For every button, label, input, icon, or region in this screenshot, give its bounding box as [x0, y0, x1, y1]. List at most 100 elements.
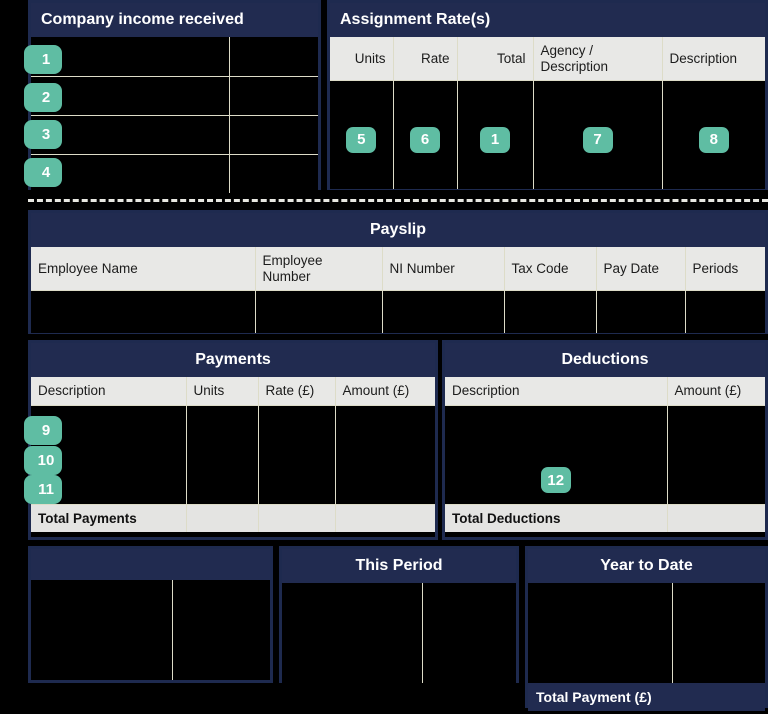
payments-cell-rate[interactable] [257, 404, 336, 505]
table-row[interactable] [31, 290, 765, 333]
deductions-cell-amount[interactable] [666, 404, 765, 505]
table-row[interactable] [31, 404, 435, 505]
payslip-value-tax-code[interactable] [503, 290, 597, 333]
company-income-cell-r1c2[interactable] [228, 37, 318, 77]
assignment-col-units: Units [330, 37, 394, 82]
assignment-cell-rate[interactable]: 6 [392, 80, 458, 189]
payslip-value-pay-date[interactable] [595, 290, 686, 333]
assignment-cell-total[interactable]: 1 [456, 80, 534, 189]
table-row[interactable] [282, 583, 516, 683]
assignment-rates-panel: Assignment Rate(s) Units Rate Total Agen… [327, 0, 768, 190]
company-income-table [31, 37, 318, 193]
table-header-row: Description Amount (£) [445, 377, 765, 406]
assignment-rates-body: Units Rate Total Agency / Description Des… [330, 37, 765, 189]
callout-badge-12: 12 [540, 467, 571, 494]
company-income-panel: Company income received 1 2 3 4 [24, 0, 321, 193]
callout-badge-7: 7 [582, 126, 613, 153]
callout-badge-4: 4 [24, 158, 62, 187]
table-row[interactable]: 5 6 1 7 8 [330, 80, 765, 189]
table-row[interactable] [31, 580, 270, 680]
year-to-date-cell-1[interactable] [528, 583, 674, 683]
payslip-body: Employee Name Employee Number NI Number T… [31, 247, 765, 333]
payments-col-units: Units [185, 377, 259, 406]
callout-badge-11: 11 [24, 475, 62, 504]
company-income-cell-r3c2[interactable] [228, 114, 318, 155]
summary-left-cell-1[interactable] [31, 580, 173, 680]
assignment-cell-agency-description[interactable]: 7 [532, 80, 663, 189]
table-row[interactable] [528, 583, 765, 683]
payments-total-units [185, 503, 259, 533]
deductions-cell-description[interactable]: 12 [445, 404, 668, 505]
payments-cell-amount[interactable] [334, 404, 435, 505]
deductions-col-description: Description [445, 377, 668, 406]
deductions-panel: Deductions Description Amount (£) 12 Tot… [442, 340, 768, 540]
callout-badge-9: 9 [24, 416, 62, 445]
assignment-rates-title: Assignment Rate(s) [330, 3, 765, 37]
payslip-col-employee-name: Employee Name [31, 247, 256, 292]
section-divider [28, 199, 768, 202]
payments-total-rate [257, 503, 336, 533]
this-period-cell-1[interactable] [282, 583, 423, 683]
payslip-value-employee-name[interactable] [31, 290, 256, 333]
callout-badge-5: 5 [346, 126, 377, 153]
summary-left-title [31, 549, 270, 580]
payslip-value-employee-number[interactable] [254, 290, 383, 333]
payslip-col-periods: Periods [684, 247, 765, 292]
payments-table: Description Units Rate (£) Amount (£) To… [31, 377, 435, 533]
assignment-rates-table: Units Rate Total Agency / Description Des… [330, 37, 765, 189]
assignment-col-description: Description [661, 37, 765, 82]
summary-left-panel [28, 546, 273, 683]
summary-left-table [31, 580, 270, 680]
summary-left-cell-2[interactable] [171, 580, 270, 680]
payments-col-amount: Amount (£) [334, 377, 435, 406]
table-row[interactable] [31, 114, 318, 155]
callout-badge-3: 3 [24, 120, 62, 149]
payslip-diagram-canvas: Company income received 1 2 3 4 Assignme… [0, 0, 768, 714]
deductions-body: Description Amount (£) 12 Total Deductio… [445, 377, 765, 533]
table-row[interactable] [31, 153, 318, 193]
company-income-body [31, 37, 318, 193]
payslip-col-ni-number: NI Number [381, 247, 505, 292]
this-period-cell-2[interactable] [421, 583, 516, 683]
payments-col-description: Description [31, 377, 187, 406]
deductions-table: Description Amount (£) 12 Total Deductio… [445, 377, 765, 533]
deductions-col-amount: Amount (£) [666, 377, 765, 406]
payslip-value-ni-number[interactable] [381, 290, 505, 333]
assignment-col-agency-description: Agency / Description [532, 37, 663, 82]
deductions-title: Deductions [445, 343, 765, 377]
assignment-col-rate: Rate [392, 37, 458, 82]
callout-badge-6: 6 [410, 126, 440, 153]
deductions-total-label: Total Deductions [445, 503, 668, 533]
assignment-cell-units[interactable]: 5 [330, 80, 394, 189]
table-row[interactable]: 12 [445, 404, 765, 505]
table-header-row: Employee Name Employee Number NI Number T… [31, 247, 765, 292]
year-to-date-cell-2[interactable] [672, 583, 765, 683]
payslip-col-tax-code: Tax Code [503, 247, 597, 292]
assignment-cell-description[interactable]: 8 [661, 80, 765, 189]
this-period-table [282, 583, 516, 683]
payslip-value-periods[interactable] [684, 290, 765, 333]
table-row[interactable] [31, 37, 318, 77]
payslip-col-employee-number: Employee Number [254, 247, 383, 292]
payments-cell-units[interactable] [185, 404, 259, 505]
callout-badge-2: 2 [24, 83, 62, 112]
payments-body: Description Units Rate (£) Amount (£) To… [31, 377, 435, 533]
year-to-date-body [528, 583, 765, 683]
callout-badge-8: 8 [698, 126, 729, 153]
table-header-row: Units Rate Total Agency / Description Des… [330, 37, 765, 82]
company-income-cell-r4c2[interactable] [228, 153, 318, 193]
company-income-title: Company income received [31, 3, 318, 37]
payments-total-amount [334, 503, 435, 533]
payslip-col-pay-date: Pay Date [595, 247, 686, 292]
table-row[interactable] [31, 75, 318, 116]
this-period-panel: This Period [279, 546, 519, 683]
callout-badge-10: 10 [24, 446, 62, 475]
summary-left-body [31, 580, 270, 680]
assignment-col-total: Total [456, 37, 534, 82]
year-to-date-table [528, 583, 765, 683]
company-income-cell-r2c2[interactable] [228, 75, 318, 116]
payments-total-row: Total Payments [31, 503, 435, 533]
payments-title: Payments [31, 343, 435, 377]
payments-total-label: Total Payments [31, 503, 187, 533]
year-to-date-title: Year to Date [528, 549, 765, 583]
